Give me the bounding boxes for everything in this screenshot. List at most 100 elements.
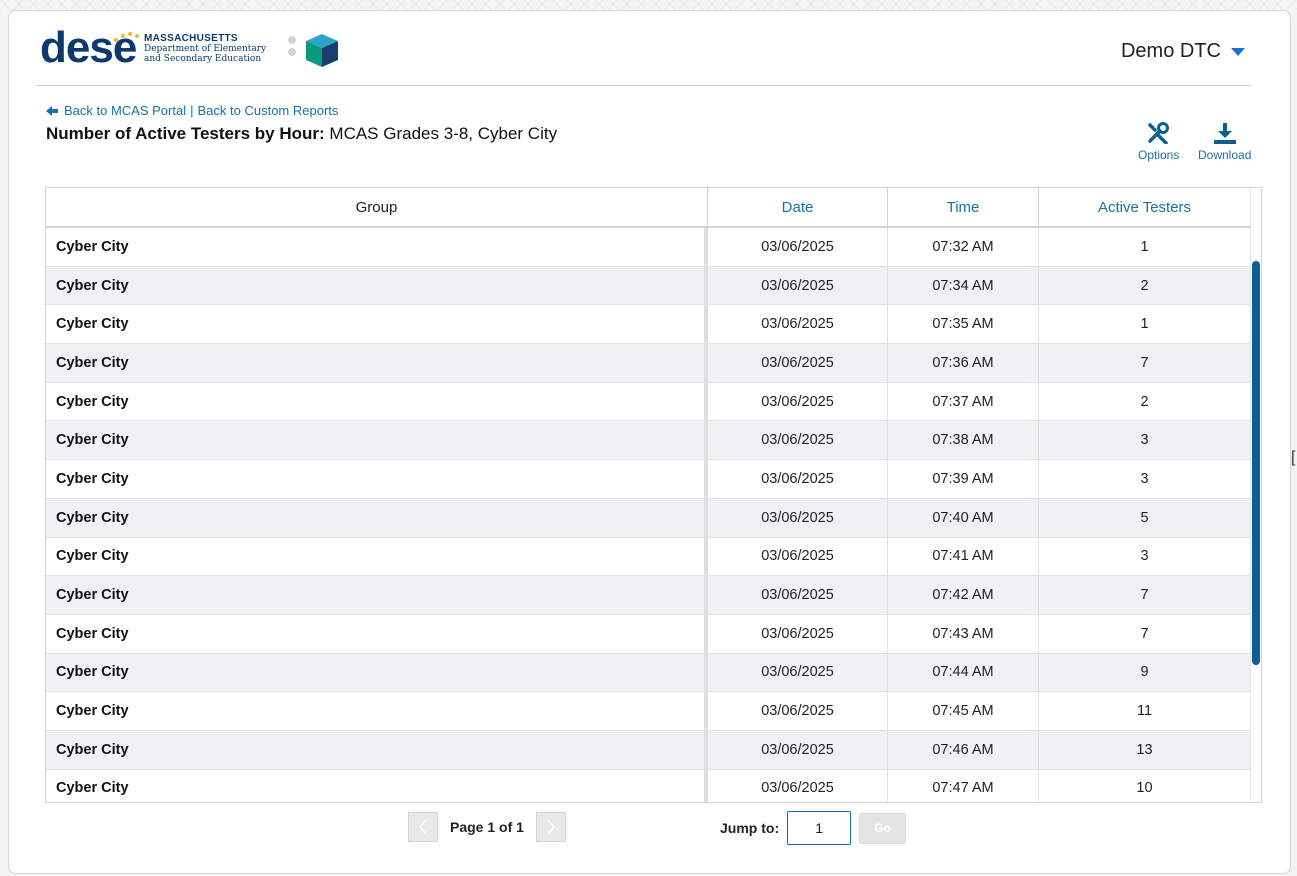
cell-group: Cyber City bbox=[46, 730, 708, 769]
cell-date: 03/06/2025 bbox=[708, 653, 888, 692]
cell-group: Cyber City bbox=[46, 653, 708, 692]
cell-date: 03/06/2025 bbox=[708, 228, 888, 266]
prev-page-button[interactable] bbox=[408, 812, 438, 842]
dese-logo[interactable]: dese MASSACHUSETTS Department of Element… bbox=[40, 26, 350, 70]
cell-time: 07:34 AM bbox=[888, 266, 1039, 305]
jump-page-input[interactable] bbox=[787, 811, 852, 845]
table-row[interactable]: Cyber City 03/06/2025 07:41 AM 3 bbox=[46, 537, 1251, 577]
table-body: Cyber City 03/06/2025 07:32 AM 1 Cyber City 0… bbox=[46, 228, 1251, 802]
cell-time: 07:32 AM bbox=[888, 228, 1039, 266]
table-row[interactable]: Cyber City 03/06/2025 07:46 AM 13 bbox=[46, 730, 1251, 770]
page-title: Number of Active Testers by Hour: MCAS G… bbox=[46, 124, 557, 144]
cell-date: 03/06/2025 bbox=[708, 266, 888, 305]
cell-group: Cyber City bbox=[46, 228, 708, 266]
table-row[interactable]: Cyber City 03/06/2025 07:45 AM 11 bbox=[46, 692, 1251, 731]
cell-active-testers: 1 bbox=[1039, 305, 1251, 344]
cell-date: 03/06/2025 bbox=[708, 421, 888, 460]
table-row[interactable]: Cyber City 03/06/2025 07:42 AM 7 bbox=[46, 576, 1251, 615]
back-to-reports-link[interactable]: Back to Custom Reports bbox=[198, 103, 339, 118]
cell-date: 03/06/2025 bbox=[708, 382, 888, 421]
vertical-scrollbar[interactable] bbox=[1250, 188, 1261, 802]
logo-line1: MASSACHUSETTS bbox=[144, 33, 238, 44]
options-button[interactable]: Options bbox=[1138, 122, 1179, 162]
next-page-button[interactable] bbox=[535, 812, 566, 842]
cell-active-testers: 9 bbox=[1039, 653, 1251, 692]
column-header-active-testers[interactable]: Active Testers bbox=[1039, 188, 1251, 226]
logo-sun-icon bbox=[112, 32, 142, 42]
cell-date: 03/06/2025 bbox=[708, 344, 888, 382]
cell-time: 07:44 AM bbox=[888, 653, 1039, 692]
cell-active-testers: 2 bbox=[1039, 382, 1251, 421]
table-row[interactable]: Cyber City 03/06/2025 07:35 AM 1 bbox=[46, 305, 1251, 345]
column-header-date[interactable]: Date bbox=[708, 188, 888, 226]
cell-date: 03/06/2025 bbox=[708, 730, 888, 769]
breadcrumb-separator: | bbox=[190, 103, 194, 118]
cell-date: 03/06/2025 bbox=[708, 498, 888, 537]
table-row[interactable]: Cyber City 03/06/2025 07:39 AM 3 bbox=[46, 460, 1251, 499]
cell-group: Cyber City bbox=[46, 382, 708, 421]
cell-time: 07:47 AM bbox=[888, 769, 1039, 802]
tools-icon bbox=[1147, 122, 1169, 144]
logo-line3: and Secondary Education bbox=[144, 54, 262, 64]
table-row[interactable]: Cyber City 03/06/2025 07:32 AM 1 bbox=[46, 228, 1251, 267]
cell-time: 07:46 AM bbox=[888, 730, 1039, 769]
pagination: Page 1 of 1 bbox=[408, 812, 566, 842]
cell-group: Cyber City bbox=[46, 614, 708, 653]
cell-date: 03/06/2025 bbox=[708, 614, 888, 653]
cell-group: Cyber City bbox=[46, 305, 708, 344]
cell-group: Cyber City bbox=[46, 498, 708, 537]
table-row[interactable]: Cyber City 03/06/2025 07:40 AM 5 bbox=[46, 498, 1251, 538]
cell-active-testers: 7 bbox=[1039, 576, 1251, 614]
table-row[interactable]: Cyber City 03/06/2025 07:36 AM 7 bbox=[46, 344, 1251, 383]
back-arrow-icon bbox=[46, 105, 58, 116]
text-cursor-icon: [ bbox=[1291, 449, 1296, 466]
cell-active-testers: 3 bbox=[1039, 421, 1251, 460]
column-header-group[interactable]: Group bbox=[46, 188, 708, 226]
cell-time: 07:40 AM bbox=[888, 498, 1039, 537]
table-row[interactable]: Cyber City 03/06/2025 07:37 AM 2 bbox=[46, 382, 1251, 422]
table-row[interactable]: Cyber City 03/06/2025 07:44 AM 9 bbox=[46, 653, 1251, 693]
cell-date: 03/06/2025 bbox=[708, 769, 888, 802]
cell-active-testers: 7 bbox=[1039, 614, 1251, 653]
cell-group: Cyber City bbox=[46, 537, 708, 576]
cell-time: 07:45 AM bbox=[888, 692, 1039, 730]
table-row[interactable]: Cyber City 03/06/2025 07:38 AM 3 bbox=[46, 421, 1251, 461]
table-row[interactable]: Cyber City 03/06/2025 07:47 AM 10 bbox=[46, 769, 1251, 802]
scrollbar-thumb[interactable] bbox=[1252, 261, 1260, 665]
go-button[interactable]: Go bbox=[859, 812, 907, 844]
cell-active-testers: 7 bbox=[1039, 344, 1251, 382]
table-row[interactable]: Cyber City 03/06/2025 07:34 AM 2 bbox=[46, 266, 1251, 306]
cell-time: 07:43 AM bbox=[888, 614, 1039, 653]
jump-label: Jump to: bbox=[720, 820, 780, 836]
cell-group: Cyber City bbox=[46, 460, 708, 498]
cell-active-testers: 11 bbox=[1039, 692, 1251, 730]
column-header-time[interactable]: Time bbox=[888, 188, 1039, 226]
download-label: Download bbox=[1198, 148, 1252, 162]
cell-date: 03/06/2025 bbox=[708, 537, 888, 576]
chevron-right-icon bbox=[547, 819, 555, 835]
report-title-rest: MCAS Grades 3-8, Cyber City bbox=[329, 124, 558, 143]
cell-group: Cyber City bbox=[46, 576, 708, 614]
cell-date: 03/06/2025 bbox=[708, 576, 888, 614]
chevron-left-icon bbox=[419, 819, 427, 835]
back-to-portal-link[interactable]: Back to MCAS Portal bbox=[64, 103, 186, 118]
cell-time: 07:37 AM bbox=[888, 382, 1039, 421]
cell-time: 07:42 AM bbox=[888, 576, 1039, 614]
download-button[interactable]: Download bbox=[1198, 122, 1251, 162]
table-row[interactable]: Cyber City 03/06/2025 07:43 AM 7 bbox=[46, 614, 1251, 654]
table-header: Group Date Time Active Testers bbox=[46, 188, 1251, 228]
cell-active-testers: 2 bbox=[1039, 266, 1251, 305]
page-indicator: Page 1 of 1 bbox=[450, 819, 524, 835]
user-menu[interactable]: Demo DTC bbox=[1121, 40, 1245, 63]
cell-time: 07:36 AM bbox=[888, 344, 1039, 382]
page-header: dese MASSACHUSETTS Department of Element… bbox=[36, 20, 1251, 86]
cell-date: 03/06/2025 bbox=[708, 460, 888, 498]
cell-active-testers: 1 bbox=[1039, 228, 1251, 266]
cell-time: 07:35 AM bbox=[888, 305, 1039, 344]
cell-active-testers: 3 bbox=[1039, 460, 1251, 498]
user-menu-label: Demo DTC bbox=[1120, 40, 1221, 62]
cell-group: Cyber City bbox=[46, 344, 708, 382]
report-title-bold: Number of Active Testers by Hour: bbox=[46, 124, 325, 143]
cell-active-testers: 5 bbox=[1039, 498, 1251, 537]
cell-active-testers: 13 bbox=[1039, 730, 1251, 769]
